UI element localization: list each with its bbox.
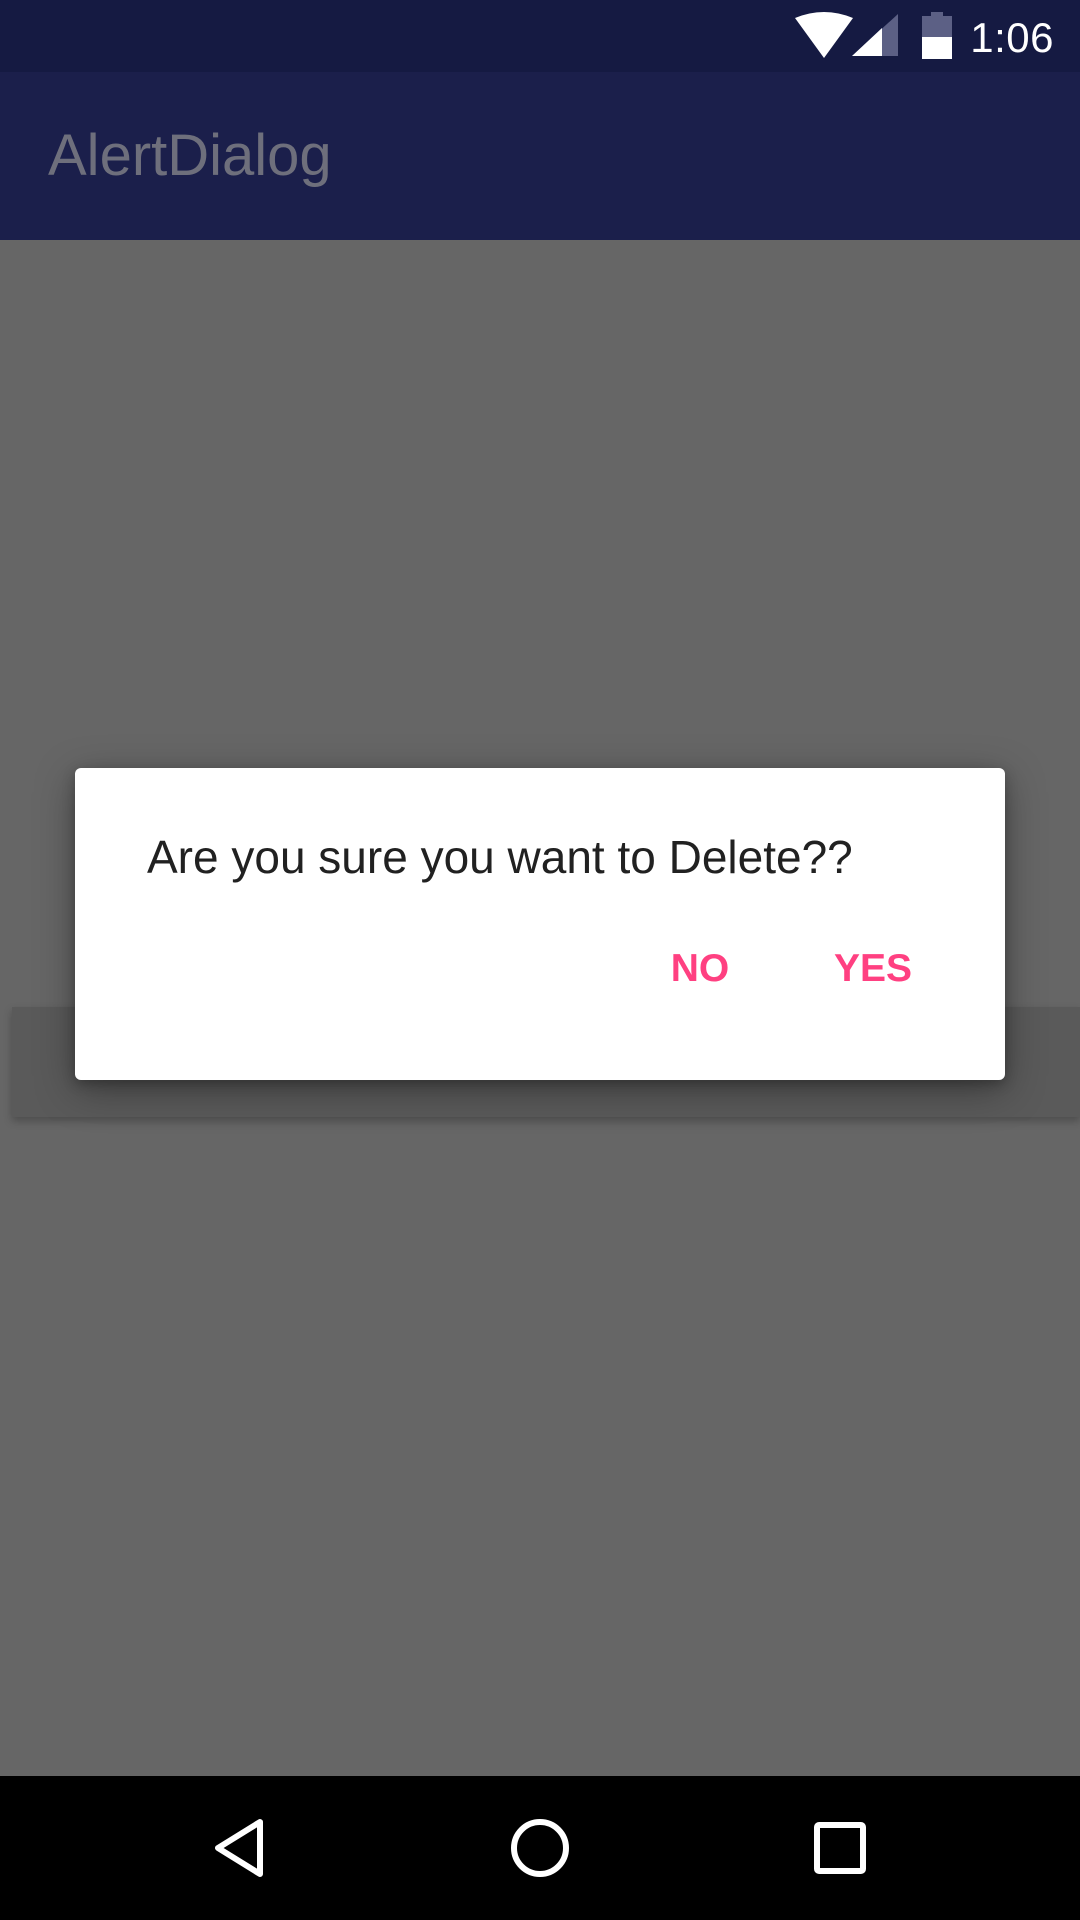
app-bar: AlertDialog (0, 72, 1080, 240)
status-bar: 1:06 (0, 0, 1080, 72)
no-button[interactable]: NO (630, 934, 770, 1004)
navigation-bar (0, 1776, 1080, 1920)
alert-dialog: Are you sure you want to Delete?? NO YES (75, 768, 1005, 1080)
dialog-message: Are you sure you want to Delete?? (147, 831, 853, 883)
screen: 1:06 AlertDialog Are you sure you want t… (0, 0, 1080, 1920)
back-icon[interactable] (190, 1798, 290, 1898)
cell-signal-icon (852, 14, 898, 56)
recents-icon[interactable] (790, 1798, 890, 1898)
yes-button[interactable]: YES (803, 934, 943, 1004)
home-icon[interactable] (490, 1798, 590, 1898)
app-title: AlertDialog (48, 123, 332, 188)
wifi-icon (795, 12, 853, 58)
battery-icon (922, 12, 952, 59)
status-clock: 1:06 (970, 14, 1054, 61)
